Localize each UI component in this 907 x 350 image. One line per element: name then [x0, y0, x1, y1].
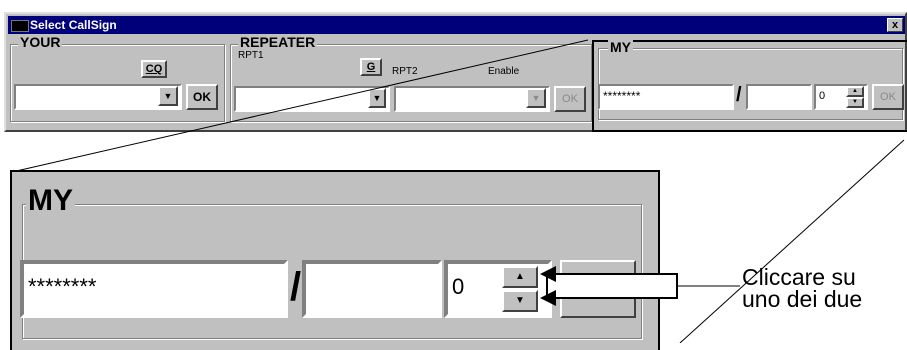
arrow-down-icon: ▼	[515, 295, 525, 306]
connector-line-left	[11, 39, 589, 173]
callout-text-line1: Cliccare su	[742, 264, 856, 290]
connector-line-right	[679, 139, 905, 343]
arrow-left-icon	[540, 290, 556, 306]
zoom-my-legend: MY	[26, 184, 75, 218]
zoom-separator: /	[290, 265, 302, 309]
zoom-spin-down-button[interactable]: ▼	[502, 290, 538, 312]
zoom-callsign-value: ********	[28, 274, 97, 299]
zoom-number-value: 0	[452, 274, 465, 299]
zoom-suffix-field[interactable]	[302, 260, 442, 318]
callout-text-line2: uno dei due	[742, 286, 863, 312]
arrow-up-icon: ▲	[515, 271, 525, 282]
zoom-spin-up-button[interactable]: ▲	[502, 266, 538, 288]
arrow-left-icon	[540, 266, 556, 282]
zoom-callsign-field[interactable]: ********	[20, 260, 288, 318]
callout-arrows	[540, 266, 678, 306]
